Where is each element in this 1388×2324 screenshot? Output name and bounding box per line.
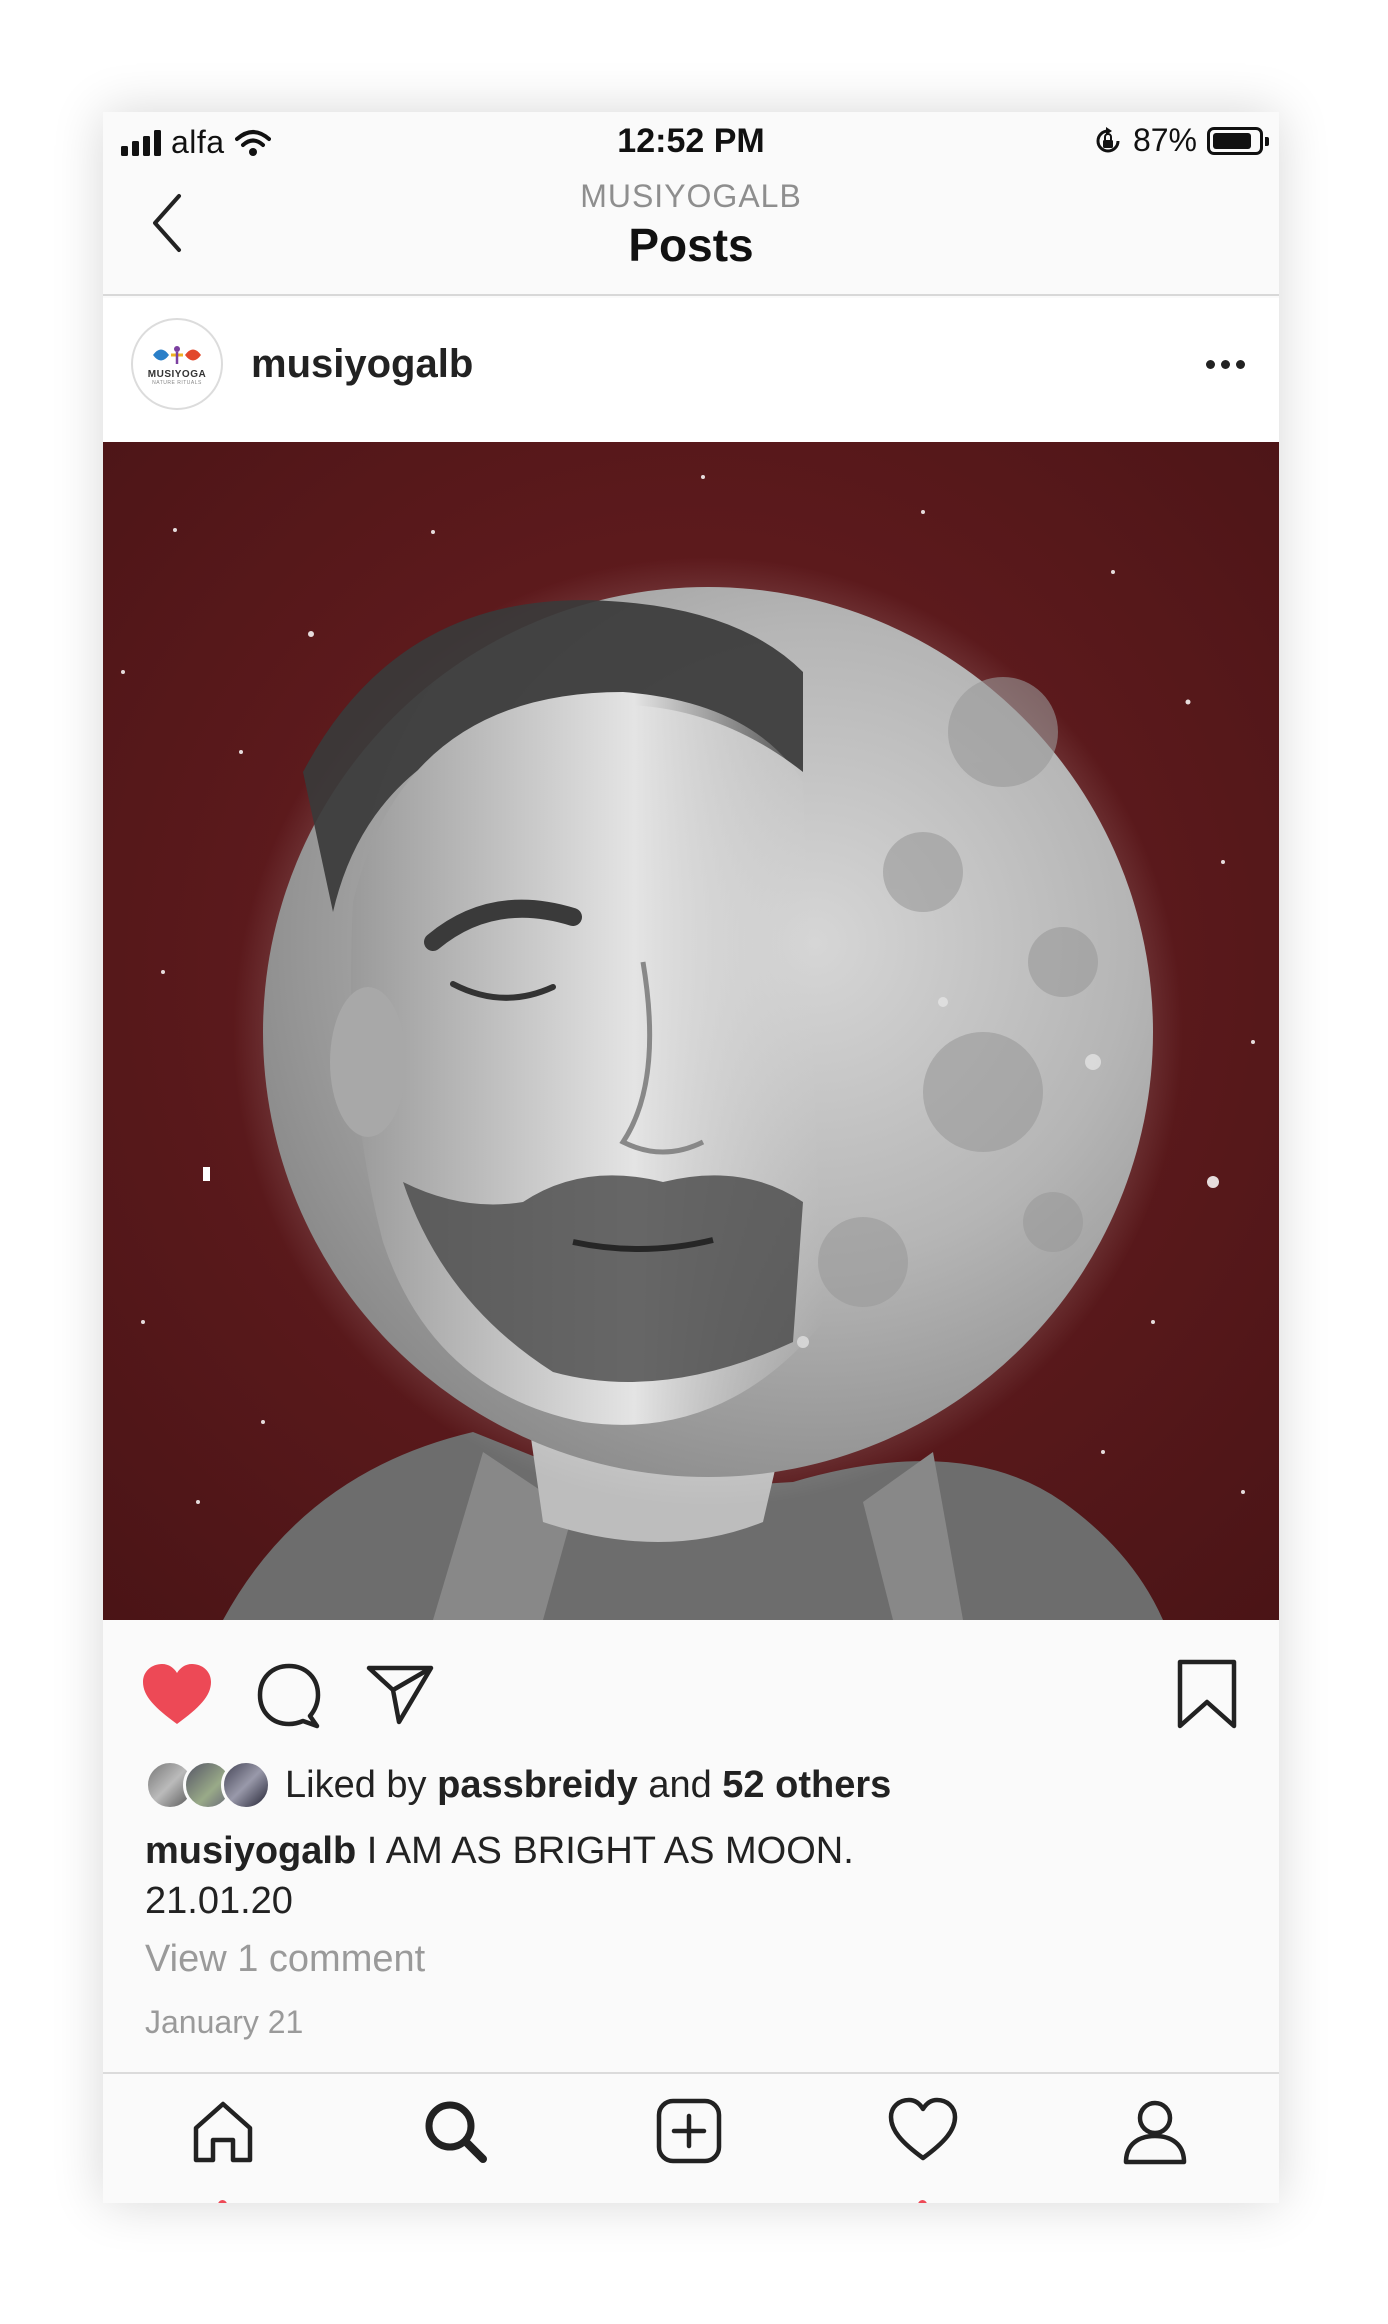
caption-text: I AM AS BRIGHT AS MOON.: [366, 1830, 854, 1872]
tab-home[interactable]: [183, 2096, 263, 2203]
search-icon: [425, 2101, 487, 2163]
liked-by-text: Liked by passbreidy and 52 others: [285, 1763, 892, 1806]
account-name: MUSIYOGALB: [580, 178, 802, 214]
likes-summary[interactable]: Liked by passbreidy and 52 others: [145, 1760, 891, 1810]
avatar-brand: MUSIYOGA: [147, 369, 207, 380]
tab-profile[interactable]: [1115, 2096, 1195, 2176]
orientation-lock-icon: [1096, 126, 1120, 152]
tab-activity[interactable]: [883, 2096, 963, 2203]
avatar-tagline: NATURE RITUALS: [152, 380, 202, 386]
home-notification-dot: [218, 2200, 227, 2203]
status-bar: alfa 12:52 PM 87%: [103, 112, 1279, 170]
view-comments-link[interactable]: View 1 comment: [145, 1938, 425, 1981]
comment-icon[interactable]: [255, 1660, 325, 1730]
battery-fill: [1213, 132, 1251, 149]
profile-icon: [1123, 2100, 1187, 2165]
caption-username[interactable]: musiyogalb: [145, 1830, 356, 1872]
bookmark-icon[interactable]: [1175, 1658, 1239, 1730]
musiyoga-logo-icon: [153, 346, 201, 364]
tab-bar: [103, 2072, 1279, 2203]
liker-avatars: [145, 1760, 273, 1810]
nav-header: MUSIYOGALB Posts: [103, 170, 1279, 296]
post-image[interactable]: [103, 442, 1279, 1620]
activity-icon: [888, 2097, 958, 2161]
share-icon[interactable]: [365, 1660, 435, 1726]
likes-others[interactable]: 52 others: [722, 1764, 891, 1806]
home-icon: [193, 2101, 253, 2163]
post-header: MUSIYOGA NATURE RITUALS musiyogalb: [103, 298, 1279, 442]
status-right: 87%: [1093, 122, 1269, 159]
moon-face-photo: [103, 442, 1279, 1620]
like-heart-icon[interactable]: [141, 1662, 213, 1728]
battery-percent: 87%: [1132, 122, 1197, 158]
liker-username[interactable]: passbreidy: [437, 1764, 638, 1806]
phone-screen: alfa 12:52 PM 87% MUSIYOGALB Posts MUSIY…: [103, 112, 1279, 2203]
tab-search[interactable]: [415, 2096, 495, 2176]
battery-icon: [1207, 126, 1269, 155]
add-post-icon: [656, 2098, 722, 2164]
activity-notification-dot: [918, 2200, 927, 2203]
caption-line2: 21.01.20: [145, 1880, 293, 1922]
page-title: Posts: [628, 219, 754, 271]
post-caption: musiyogalb I AM AS BRIGHT AS MOON. 21.01…: [145, 1826, 1245, 1926]
more-options-icon[interactable]: [1206, 360, 1245, 369]
liker-avatar: [221, 1760, 271, 1810]
post-username[interactable]: musiyogalb: [251, 342, 473, 387]
tab-new-post[interactable]: [649, 2096, 729, 2176]
post-date: January 21: [145, 2004, 304, 2040]
avatar[interactable]: MUSIYOGA NATURE RITUALS: [131, 318, 223, 410]
